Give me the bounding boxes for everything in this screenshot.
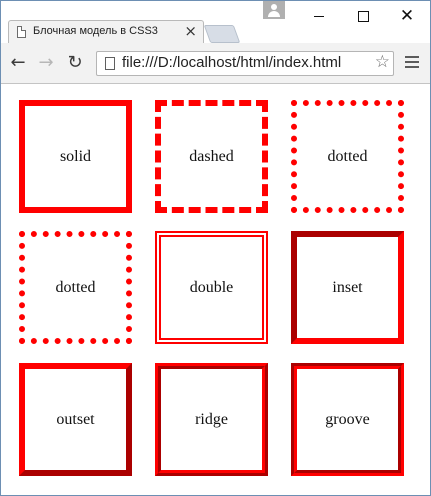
new-tab-button[interactable] <box>203 25 241 43</box>
bookmark-star-icon[interactable]: ☆ <box>375 52 390 72</box>
minimize-icon <box>314 15 324 17</box>
box-dotted: dotted <box>291 100 404 213</box>
url-text[interactable]: file:///D:/localhost/html/index.html <box>122 54 341 71</box>
title-bar: Блочная модель в CSS3 × ✕ <box>1 1 430 43</box>
box-dashed: dashed <box>155 100 268 213</box>
page-content: solid dashed dotted dotted double inset … <box>1 84 430 495</box>
box-outset: outset <box>19 363 132 476</box>
box-double: double <box>155 231 268 344</box>
box-ridge: ridge <box>155 363 268 476</box>
box-solid: solid <box>19 100 132 213</box>
maximize-icon <box>357 10 369 22</box>
maximize-button[interactable] <box>341 1 385 31</box>
box-dotted-2: dotted <box>19 231 132 344</box>
page-icon <box>105 57 115 70</box>
forward-arrow-icon[interactable]: → <box>35 52 57 74</box>
browser-toolbar: ← → ↻ file:///D:/localhost/html/index.ht… <box>1 43 430 84</box>
box-groove: groove <box>291 363 404 476</box>
close-window-button[interactable]: ✕ <box>385 1 429 31</box>
box-inset: inset <box>291 231 404 344</box>
page-icon <box>17 26 26 38</box>
address-bar[interactable]: file:///D:/localhost/html/index.html ☆ <box>96 51 394 76</box>
browser-window: Блочная модель в CSS3 × ✕ ← → ↻ file:///… <box>0 0 431 496</box>
back-arrow-icon[interactable]: ← <box>7 52 29 74</box>
tab-active[interactable]: Блочная модель в CSS3 × <box>8 20 204 43</box>
minimize-button[interactable] <box>297 1 341 31</box>
tab-close-icon[interactable]: × <box>184 22 197 40</box>
menu-icon[interactable] <box>405 56 419 71</box>
reload-icon[interactable]: ↻ <box>64 52 86 74</box>
profile-icon[interactable] <box>263 1 285 19</box>
tab-title: Блочная модель в CSS3 <box>33 25 158 37</box>
